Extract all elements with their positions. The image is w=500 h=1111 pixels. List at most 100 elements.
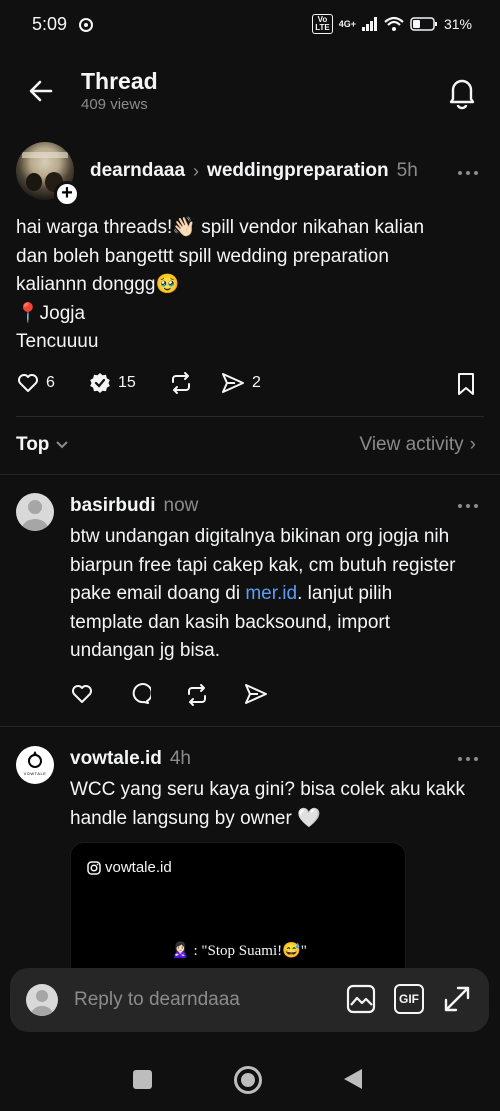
- image-icon: [346, 984, 376, 1014]
- repost-icon: [188, 684, 206, 706]
- reply-composer: Reply to dearndaaa GIF: [10, 968, 489, 1032]
- chevron-right-icon: ›: [469, 434, 476, 455]
- reply-username[interactable]: basirbudi: [70, 495, 156, 517]
- reply-repost-button[interactable]: [184, 682, 210, 708]
- expand-composer-button[interactable]: [442, 984, 472, 1014]
- share-button[interactable]: 2: [220, 371, 261, 395]
- media-caption: 🙎🏻‍♀️ : "Stop Suami!😅": [171, 943, 307, 959]
- post-line: 📍Jogja: [16, 302, 86, 324]
- chevron-down-icon: [56, 441, 69, 449]
- status-time: 5:09: [32, 14, 68, 34]
- send-icon: [222, 373, 244, 393]
- mer-id-link[interactable]: mer.id: [245, 583, 297, 604]
- repost-icon: [172, 372, 190, 394]
- post-more-button[interactable]: [456, 163, 480, 183]
- avatar-brand-text: VOWTALE: [23, 771, 47, 776]
- recent-apps-button[interactable]: [133, 1070, 152, 1089]
- page-title: Thread: [81, 68, 158, 94]
- share-count: 2: [252, 374, 261, 391]
- composer-avatar: [26, 984, 58, 1016]
- post-time: 5h: [396, 160, 418, 181]
- status-icons: Vo LTE 4G+ 31%: [312, 14, 472, 34]
- gif-button[interactable]: GIF: [394, 984, 424, 1014]
- reply-more-button[interactable]: [456, 749, 480, 769]
- bell-icon: [449, 79, 475, 110]
- bookmark-button[interactable]: [455, 372, 477, 396]
- expand-icon: [444, 986, 470, 1012]
- default-avatar-icon: [22, 500, 48, 531]
- reply-line: template dan kasih backsound, import: [70, 611, 391, 633]
- reply-avatar[interactable]: [16, 493, 54, 531]
- reply-text-segment: . lanjut pilih: [297, 583, 393, 604]
- volte-badge: Vo LTE: [312, 14, 333, 34]
- reply-line: biarpun free tapi cakep kak, cm butuh re…: [70, 554, 456, 576]
- divider: [0, 474, 500, 475]
- sort-dropdown[interactable]: Top: [16, 434, 69, 456]
- reply-time: now: [163, 495, 199, 516]
- reply-share-button[interactable]: [243, 682, 269, 708]
- post-line: kaliannn donggg🥹: [16, 274, 180, 295]
- post-actions: 6 15 2: [16, 370, 261, 396]
- status-bar: 5:09 Vo LTE 4G+ 31%: [0, 0, 500, 52]
- wifi-icon: [384, 16, 404, 32]
- more-dots-icon: [458, 504, 478, 508]
- media-handle: vowtale.id: [105, 859, 172, 876]
- home-button[interactable]: [234, 1066, 262, 1094]
- attach-image-button[interactable]: [346, 984, 376, 1014]
- post-body: hai warga threads!👋🏻 spill vendor nikaha…: [16, 214, 476, 357]
- reply-actions: [70, 682, 269, 708]
- post-line: dan boleh bangettt spill wedding prepara…: [16, 245, 389, 267]
- media-watermark: vowtale.id: [87, 859, 172, 876]
- reply-username[interactable]: vowtale.id: [70, 748, 162, 770]
- battery-icon: [410, 17, 438, 31]
- back-button[interactable]: [24, 74, 58, 108]
- sort-label: Top: [16, 434, 50, 455]
- divider: [16, 416, 484, 417]
- reply-media-video[interactable]: vowtale.id 🙎🏻‍♀️ : "Stop Suami!😅": [70, 842, 406, 982]
- reply-body: btw undangan digitalnya bikinan org jogj…: [70, 523, 480, 666]
- chevron-right-icon: ›: [193, 160, 200, 181]
- comment-icon: [132, 683, 151, 704]
- comment-button[interactable]: 15: [88, 371, 168, 395]
- reply-input[interactable]: Reply to dearndaaa: [74, 989, 240, 1011]
- reply-body: WCC yang seru kaya gini? bisa colek aku …: [70, 776, 480, 833]
- heart-icon: [18, 374, 38, 392]
- divider: [0, 726, 500, 727]
- reply-header: vowtale.id 4h: [70, 748, 191, 770]
- view-count: 409 views: [81, 96, 148, 113]
- repost-button[interactable]: [168, 370, 220, 396]
- reply-like-button[interactable]: [70, 682, 94, 708]
- threads-notification-icon: [78, 17, 94, 33]
- reply-header: basirbudi now: [70, 495, 198, 517]
- notification-bell-button[interactable]: [444, 74, 480, 110]
- reply-more-button[interactable]: [456, 496, 480, 516]
- network-type: 4G+: [338, 19, 356, 29]
- reply-comment-button[interactable]: [127, 682, 151, 708]
- instagram-icon: [87, 860, 101, 875]
- comment-check-icon: [90, 373, 110, 393]
- arrow-left-icon: [29, 80, 53, 102]
- post-line: Tencuuuu: [16, 331, 99, 352]
- system-back-button[interactable]: [344, 1069, 362, 1089]
- reply-avatar[interactable]: VOWTALE: [16, 746, 54, 784]
- post-line: hai warga threads!👋🏻 spill vendor nikaha…: [16, 217, 425, 238]
- heart-icon: [72, 685, 92, 703]
- view-activity-label: View activity: [359, 434, 464, 455]
- more-dots-icon: [458, 171, 478, 175]
- default-avatar-icon: [31, 990, 53, 1016]
- battery-percent: 31%: [443, 16, 472, 32]
- vowtale-logo-icon: [28, 751, 42, 768]
- like-button[interactable]: 6: [16, 371, 88, 395]
- post-header: dearndaaa › weddingpreparation 5h: [90, 160, 418, 182]
- more-dots-icon: [458, 757, 478, 761]
- reply-line: undangan jg bisa.: [70, 640, 221, 661]
- follow-plus-button[interactable]: +: [54, 181, 80, 207]
- post-username[interactable]: dearndaaa: [90, 160, 185, 182]
- signal-icon: [361, 17, 378, 31]
- post-topic[interactable]: weddingpreparation: [207, 160, 389, 182]
- reply-line: handle langsung by owner 🤍: [70, 807, 321, 829]
- view-activity-link[interactable]: View activity ›: [359, 434, 476, 456]
- send-icon: [245, 684, 267, 704]
- reply-time: 4h: [169, 748, 191, 769]
- reply-line: pake email doang di mer.id. lanjut pilih: [70, 580, 480, 609]
